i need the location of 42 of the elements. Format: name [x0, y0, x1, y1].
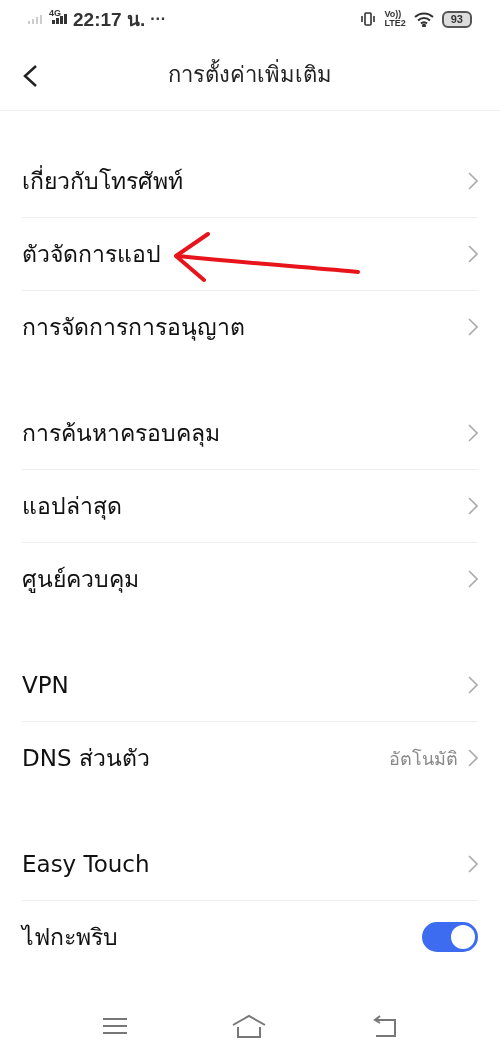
more-notifications: ··· — [150, 10, 167, 28]
signal-icon — [28, 14, 44, 24]
setting-label: แอปล่าสุด — [22, 492, 122, 522]
settings-row[interactable]: การจัดการการอนุญาต — [22, 291, 478, 363]
chevron-right-icon — [468, 245, 478, 263]
chevron-right-icon — [468, 749, 478, 767]
setting-value: อัตโนมัติ — [389, 746, 458, 771]
setting-label: เกี่ยวกับโทรศัพท์ — [22, 163, 183, 199]
chevron-right-icon — [468, 172, 478, 190]
settings-row[interactable]: ไฟกะพริบ — [22, 901, 478, 973]
setting-label: DNS ส่วนตัว — [22, 744, 150, 773]
settings-row[interactable]: VPN — [22, 649, 478, 722]
toggle-switch[interactable] — [422, 922, 478, 952]
setting-label: ตัวจัดการแอป — [22, 240, 161, 269]
setting-label: ศูนย์ควบคุม — [22, 565, 139, 595]
setting-label: ไฟกะพริบ — [22, 923, 118, 952]
chevron-right-icon — [468, 424, 478, 442]
settings-row[interactable]: DNS ส่วนตัว อัตโนมัติ — [22, 722, 478, 794]
settings-row[interactable]: เกี่ยวกับโทรศัพท์ — [22, 145, 478, 218]
signal-icon — [52, 14, 68, 24]
network-type: 4G — [49, 8, 61, 18]
setting-label: การค้นหาครอบคลุม — [22, 419, 220, 449]
settings-row[interactable]: แอปล่าสุด — [22, 470, 478, 543]
battery-level: 93 — [441, 10, 472, 28]
settings-row[interactable]: ศูนย์ควบคุม — [22, 543, 478, 615]
clock: 22:17 น. — [73, 8, 146, 32]
settings-row[interactable]: Easy Touch — [22, 828, 478, 901]
settings-row[interactable]: การค้นหาครอบคลุม — [22, 397, 478, 470]
lte-label: LTE2 — [384, 19, 406, 28]
vibrate-icon — [360, 12, 377, 26]
chevron-right-icon — [468, 855, 478, 873]
chevron-right-icon — [468, 570, 478, 588]
chevron-right-icon — [468, 318, 478, 336]
page-title: การตั้งค่าเพิ่มเติม — [168, 58, 332, 89]
chevron-right-icon — [468, 497, 478, 515]
volte-label: Vo)) — [384, 10, 402, 19]
settings-row[interactable]: ตัวจัดการแอป — [22, 218, 478, 291]
setting-label: การจัดการการอนุญาต — [22, 313, 245, 343]
setting-label: Easy Touch — [22, 851, 150, 877]
chevron-right-icon — [468, 676, 478, 694]
wifi-icon — [413, 11, 434, 27]
setting-label: VPN — [22, 672, 69, 698]
